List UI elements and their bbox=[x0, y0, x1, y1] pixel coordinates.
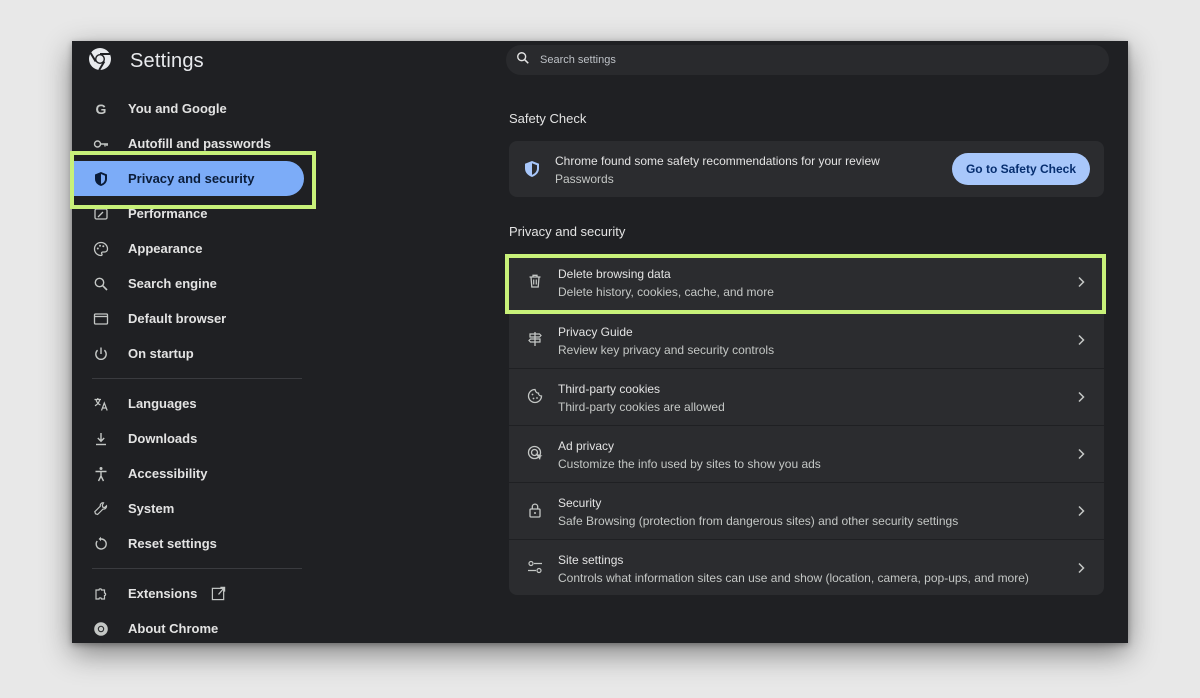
third-party-cookies-row[interactable]: Third-party cookies Third-party cookies … bbox=[509, 368, 1104, 425]
sidebar-item-privacy-and-security[interactable]: Privacy and security bbox=[72, 161, 304, 196]
sidebar-item-you-and-google[interactable]: G You and Google bbox=[72, 91, 304, 126]
sidebar-divider bbox=[92, 568, 302, 569]
sliders-icon bbox=[527, 559, 543, 580]
chrome-logo-icon bbox=[88, 47, 112, 76]
shield-check-icon bbox=[524, 160, 540, 183]
sidebar-item-label: You and Google bbox=[128, 101, 227, 116]
sidebar-item-label: About Chrome bbox=[128, 621, 219, 636]
sidebar-item-accessibility[interactable]: Accessibility bbox=[72, 456, 304, 491]
sidebar-item-label: Search engine bbox=[128, 276, 217, 291]
key-icon bbox=[92, 135, 110, 153]
search-icon bbox=[92, 275, 110, 293]
privacy-security-heading: Privacy and security bbox=[509, 224, 626, 239]
translate-icon bbox=[92, 395, 110, 413]
sidebar-item-label: Accessibility bbox=[128, 466, 208, 481]
search-input[interactable] bbox=[538, 53, 1042, 67]
chevron-right-icon bbox=[1076, 390, 1086, 408]
row-subtitle: Customize the info used by sites to show… bbox=[558, 457, 821, 471]
puzzle-icon bbox=[92, 585, 110, 603]
sidebar-item-search-engine[interactable]: Search engine bbox=[72, 266, 304, 301]
row-title: Delete browsing data bbox=[558, 267, 671, 281]
sidebar-divider bbox=[92, 378, 302, 379]
trash-icon bbox=[527, 273, 543, 294]
shield-icon bbox=[92, 170, 110, 188]
open-in-new-icon[interactable] bbox=[211, 586, 226, 601]
privacy-guide-row[interactable]: Privacy Guide Review key privacy and sec… bbox=[509, 311, 1104, 368]
sidebar-item-appearance[interactable]: Appearance bbox=[72, 231, 304, 266]
sidebar-item-reset-settings[interactable]: Reset settings bbox=[72, 526, 304, 561]
settings-window: Settings G You and Google Autofill and p… bbox=[72, 41, 1128, 643]
page-title: Settings bbox=[130, 49, 204, 72]
sidebar-item-label: Reset settings bbox=[128, 536, 217, 551]
sidebar-item-on-startup[interactable]: On startup bbox=[72, 336, 304, 371]
row-subtitle: Delete history, cookies, cache, and more bbox=[558, 285, 774, 299]
privacy-security-card: Delete browsing data Delete history, coo… bbox=[509, 254, 1104, 595]
delete-browsing-data-row[interactable]: Delete browsing data Delete history, coo… bbox=[509, 254, 1104, 311]
sidebar-item-label: Extensions bbox=[128, 586, 198, 601]
ad-privacy-icon bbox=[527, 445, 543, 466]
wrench-icon bbox=[92, 500, 110, 518]
sidebar-nav: G You and Google Autofill and passwords … bbox=[72, 91, 304, 643]
signpost-icon bbox=[527, 331, 543, 352]
sidebar-item-label: Default browser bbox=[128, 311, 227, 326]
sidebar-item-performance[interactable]: Performance bbox=[72, 196, 304, 231]
ad-privacy-row[interactable]: Ad privacy Customize the info used by si… bbox=[509, 425, 1104, 482]
chevron-right-icon bbox=[1076, 333, 1086, 351]
reset-icon bbox=[92, 535, 110, 553]
safety-check-card: Chrome found some safety recommendations… bbox=[509, 141, 1104, 197]
chevron-right-icon bbox=[1076, 504, 1086, 522]
row-title: Privacy Guide bbox=[558, 325, 633, 339]
accessibility-icon bbox=[92, 465, 110, 483]
sidebar-item-about-chrome[interactable]: About Chrome bbox=[72, 611, 304, 643]
safety-check-title: Chrome found some safety recommendations… bbox=[555, 154, 880, 168]
row-subtitle: Safe Browsing (protection from dangerous… bbox=[558, 514, 959, 528]
palette-icon bbox=[92, 240, 110, 258]
chevron-right-icon bbox=[1076, 561, 1086, 579]
chrome-logo-icon bbox=[92, 620, 110, 638]
sidebar-item-label: Languages bbox=[128, 396, 197, 411]
lock-icon bbox=[527, 502, 543, 523]
sidebar-item-autofill-and-passwords[interactable]: Autofill and passwords bbox=[72, 126, 304, 161]
power-icon bbox=[92, 345, 110, 363]
row-subtitle: Third-party cookies are allowed bbox=[558, 400, 725, 414]
sidebar-item-label: Performance bbox=[128, 206, 208, 221]
sidebar-item-languages[interactable]: Languages bbox=[72, 386, 304, 421]
go-to-safety-check-button[interactable]: Go to Safety Check bbox=[951, 153, 1090, 185]
security-row[interactable]: Security Safe Browsing (protection from … bbox=[509, 482, 1104, 539]
sidebar-item-label: On startup bbox=[128, 346, 194, 361]
row-subtitle: Review key privacy and security controls bbox=[558, 343, 775, 357]
sidebar-item-system[interactable]: System bbox=[72, 491, 304, 526]
settings-header: Settings bbox=[88, 47, 204, 76]
search-bar[interactable] bbox=[506, 45, 1109, 75]
row-subtitle: Controls what information sites can use … bbox=[558, 571, 1029, 585]
sidebar-item-default-browser[interactable]: Default browser bbox=[72, 301, 304, 336]
safety-check-subtitle: Passwords bbox=[555, 172, 614, 186]
cookie-icon bbox=[527, 388, 543, 409]
row-title: Site settings bbox=[558, 553, 624, 567]
chevron-right-icon bbox=[1076, 275, 1086, 293]
search-icon bbox=[516, 51, 538, 70]
sidebar-item-label: Appearance bbox=[128, 241, 203, 256]
download-icon bbox=[92, 430, 110, 448]
svg-text:G: G bbox=[96, 101, 107, 117]
site-settings-row[interactable]: Site settings Controls what information … bbox=[509, 539, 1104, 595]
sidebar-item-label: System bbox=[128, 501, 175, 516]
browser-window-icon bbox=[92, 310, 110, 328]
sidebar-item-downloads[interactable]: Downloads bbox=[72, 421, 304, 456]
sidebar-item-label: Autofill and passwords bbox=[128, 136, 272, 151]
row-title: Security bbox=[558, 496, 602, 510]
row-title: Third-party cookies bbox=[558, 382, 661, 396]
sidebar-item-extensions[interactable]: Extensions bbox=[72, 576, 304, 611]
row-title: Ad privacy bbox=[558, 439, 615, 453]
sidebar-item-label: Privacy and security bbox=[128, 171, 255, 186]
chevron-right-icon bbox=[1076, 447, 1086, 465]
sidebar-item-label: Downloads bbox=[128, 431, 198, 446]
google-g-icon: G bbox=[92, 100, 110, 118]
safety-check-heading: Safety Check bbox=[509, 111, 587, 126]
speedometer-icon bbox=[92, 205, 110, 223]
